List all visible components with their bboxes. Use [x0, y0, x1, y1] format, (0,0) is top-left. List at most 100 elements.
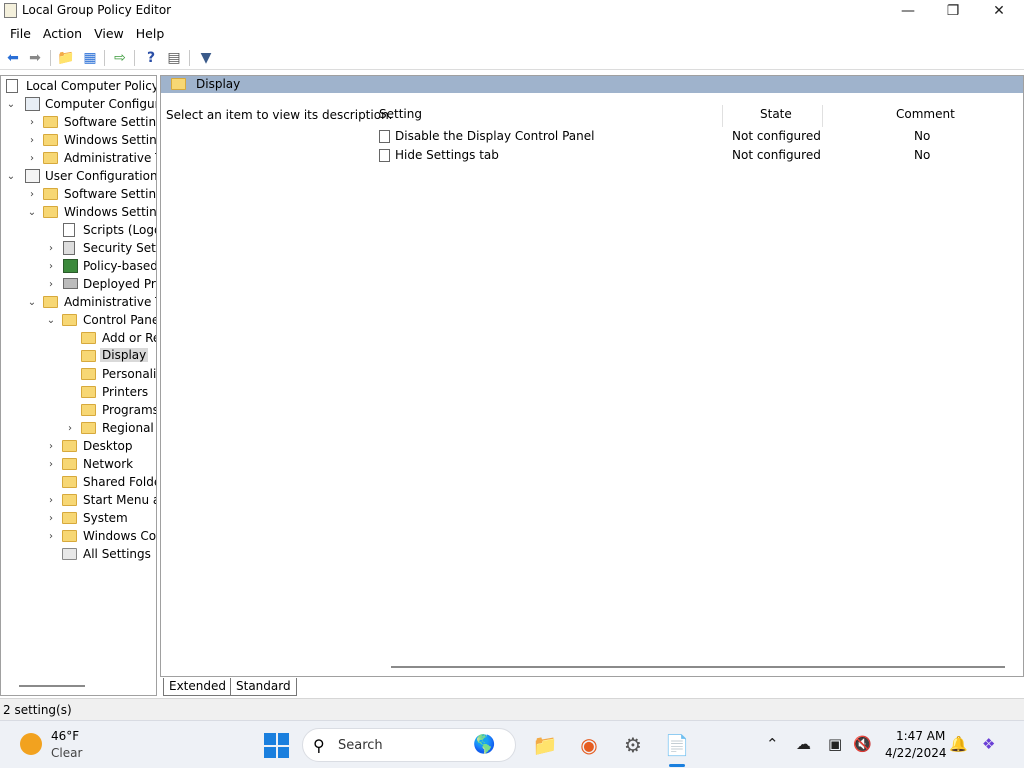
chevron-right-icon[interactable]: › [27, 131, 37, 149]
tree-all-settings[interactable]: All Settings [1, 545, 156, 563]
moon-icon[interactable] [20, 733, 42, 755]
tree-personalization[interactable]: Personaliz [1, 365, 156, 383]
firefox-icon[interactable]: ◉ [574, 730, 604, 760]
folder-icon [81, 386, 96, 398]
menu-help[interactable]: Help [130, 26, 171, 41]
menu-view[interactable]: View [88, 26, 130, 41]
tree-uc-software[interactable]: › Software Settings [1, 185, 156, 203]
menu-file[interactable]: File [4, 26, 37, 41]
chevron-right-icon[interactable]: › [27, 113, 37, 131]
setting-name: Disable the Display Control Panel [395, 129, 595, 143]
chevron-right-icon[interactable]: › [46, 491, 56, 509]
tree-display[interactable]: Display [1, 347, 156, 365]
filter-icon[interactable]: ▼ [197, 49, 215, 67]
tree-programs[interactable]: Programs [1, 401, 156, 419]
chevron-right-icon[interactable]: › [27, 185, 37, 203]
back-icon[interactable]: ⬅ [4, 49, 22, 67]
tree-uc-windows[interactable]: ⌄ Windows Setting [1, 203, 156, 221]
copilot-icon[interactable]: ❖ [982, 735, 995, 753]
forward-icon[interactable]: ➡ [26, 49, 44, 67]
scripts-icon [63, 223, 75, 237]
help-icon[interactable]: ? [142, 49, 160, 67]
col-state[interactable]: State [760, 107, 792, 121]
tree-scrollbar[interactable] [19, 685, 85, 687]
table-row[interactable]: Hide Settings tab Not configured No [377, 147, 1017, 165]
chevron-right-icon[interactable]: › [46, 275, 56, 293]
content-scrollbar[interactable] [391, 666, 1005, 668]
chevron-up-icon[interactable]: ⌃ [766, 735, 779, 753]
content-pane: Display Select an item to view its descr… [160, 75, 1024, 677]
chevron-right-icon[interactable]: › [46, 455, 56, 473]
tree-pane[interactable]: Local Computer Policy ⌄ Computer Configu… [0, 75, 157, 696]
weather-condition[interactable]: Clear [51, 746, 82, 760]
clock-date[interactable]: 4/22/2024 [885, 746, 947, 760]
col-comment[interactable]: Comment [896, 107, 955, 121]
weather-temp[interactable]: 46°F [51, 729, 79, 743]
tree-system[interactable]: › System [1, 509, 156, 527]
cloud-icon[interactable]: ☁ [796, 735, 811, 753]
restore-button[interactable]: ❐ [930, 0, 976, 22]
chevron-down-icon[interactable]: ⌄ [6, 95, 16, 113]
clock-time[interactable]: 1:47 AM [896, 729, 945, 743]
export-list-icon[interactable]: ⇨ [111, 49, 129, 67]
tree-cc-admin[interactable]: › Administrative Te [1, 149, 156, 167]
extended-view-icon[interactable]: ▤ [165, 49, 183, 67]
chevron-right-icon[interactable]: › [46, 437, 56, 455]
group-policy-editor-icon[interactable]: 📄 [662, 730, 692, 760]
search-box[interactable]: ⚲ Search 🌎 [302, 728, 516, 762]
tree-computer-config[interactable]: ⌄ Computer Configura [1, 95, 156, 113]
toolbar: ⬅ ➡ 📁 ▦ ⇨ ? ▤ ▼ [0, 46, 1024, 70]
chevron-down-icon[interactable]: ⌄ [6, 167, 16, 185]
chevron-right-icon[interactable]: › [46, 239, 56, 257]
tree-root[interactable]: Local Computer Policy [1, 77, 156, 95]
tree-uc-admin[interactable]: ⌄ Administrative Te [1, 293, 156, 311]
tree-shared-folders[interactable]: Shared Folder [1, 473, 156, 491]
show-hide-tree-icon[interactable]: ▦ [81, 49, 99, 67]
tree-security[interactable]: › Security Settin [1, 239, 156, 257]
tree-start-menu[interactable]: › Start Menu ar [1, 491, 156, 509]
chevron-down-icon[interactable]: ⌄ [46, 311, 56, 329]
chevron-right-icon[interactable]: › [46, 527, 56, 545]
table-row[interactable]: Disable the Display Control Panel Not co… [377, 128, 1017, 146]
close-button[interactable]: ✕ [976, 0, 1022, 22]
chevron-down-icon[interactable]: ⌄ [27, 203, 37, 221]
tree-deployed[interactable]: › Deployed Prin [1, 275, 156, 293]
windows-start-icon[interactable] [264, 733, 289, 758]
tree-cc-windows[interactable]: › Windows Setting [1, 131, 156, 149]
tab-standard[interactable]: Standard [230, 678, 297, 696]
volume-icon[interactable]: 🔇 [853, 735, 872, 753]
menu-action[interactable]: Action [37, 26, 88, 41]
window-title: Local Group Policy Editor [22, 3, 172, 17]
tree-control-panel[interactable]: ⌄ Control Panel [1, 311, 156, 329]
settings-icon[interactable]: ⚙ [618, 730, 648, 760]
chevron-down-icon[interactable]: ⌄ [27, 293, 37, 311]
folder-icon [81, 422, 96, 434]
bell-icon[interactable]: 🔔 [949, 735, 968, 753]
network-icon[interactable]: ▣ [828, 735, 842, 753]
view-tabs: Extended Standard [160, 678, 460, 696]
tree-user-config[interactable]: ⌄ User Configuration [1, 167, 156, 185]
chevron-right-icon[interactable]: › [46, 509, 56, 527]
folder-icon [43, 188, 58, 200]
chevron-right-icon[interactable]: › [65, 419, 75, 437]
tree-regional[interactable]: › Regional a [1, 419, 156, 437]
tree-policy-based[interactable]: › Policy-based [1, 257, 156, 275]
file-explorer-icon[interactable]: 📁 [530, 730, 560, 760]
chevron-right-icon[interactable]: › [27, 149, 37, 167]
folder-icon [43, 116, 58, 128]
chevron-right-icon[interactable]: › [46, 257, 56, 275]
content-header-title: Display [196, 77, 241, 91]
up-folder-icon[interactable]: 📁 [57, 49, 75, 67]
tree-printers[interactable]: Printers [1, 383, 156, 401]
column-headers: Setting State Comment [373, 105, 1023, 127]
col-setting[interactable]: Setting [379, 107, 422, 121]
tree-add-remove[interactable]: Add or Re [1, 329, 156, 347]
minimize-button[interactable]: — [885, 0, 931, 22]
tab-extended[interactable]: Extended [163, 678, 232, 696]
tree-desktop[interactable]: › Desktop [1, 437, 156, 455]
tree-cc-software[interactable]: › Software Settings [1, 113, 156, 131]
tree-network[interactable]: › Network [1, 455, 156, 473]
tree-windows-components[interactable]: › Windows Cor [1, 527, 156, 545]
folder-icon [62, 494, 77, 506]
tree-scripts[interactable]: Scripts (Logon [1, 221, 156, 239]
